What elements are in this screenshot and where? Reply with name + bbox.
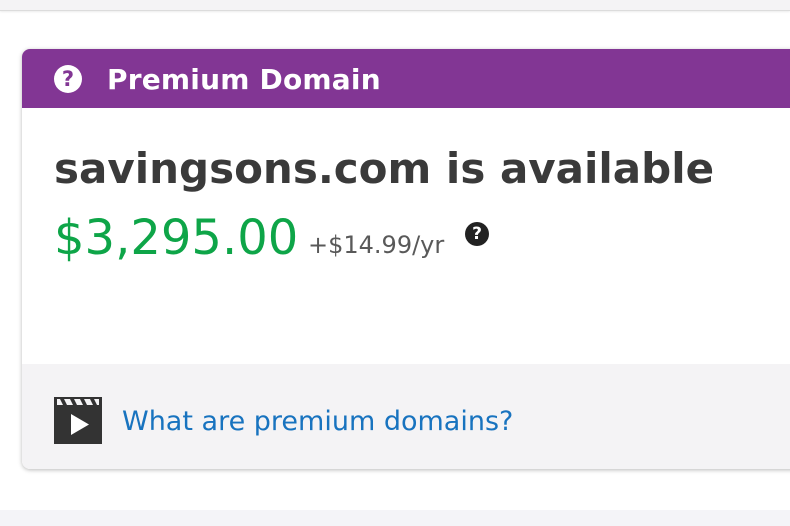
premium-domains-link[interactable]: What are premium domains? — [122, 404, 513, 440]
top-divider — [0, 0, 790, 11]
help-circle-icon[interactable]: ? — [54, 65, 82, 93]
renewal-price: +$14.99/yr — [308, 231, 445, 259]
video-icon — [54, 397, 102, 444]
premium-domain-card: ? Premium Domain savingsons.com is avail… — [22, 49, 790, 469]
bottom-divider — [0, 510, 790, 526]
renewal-help-icon[interactable]: ? — [465, 222, 489, 246]
card-title: Premium Domain — [107, 63, 381, 96]
card-header: ? Premium Domain — [22, 49, 790, 108]
card-footer: What are premium domains? — [22, 364, 790, 469]
domain-price: $3,295.00 — [54, 210, 299, 266]
availability-heading: savingsons.com is available — [54, 144, 715, 193]
